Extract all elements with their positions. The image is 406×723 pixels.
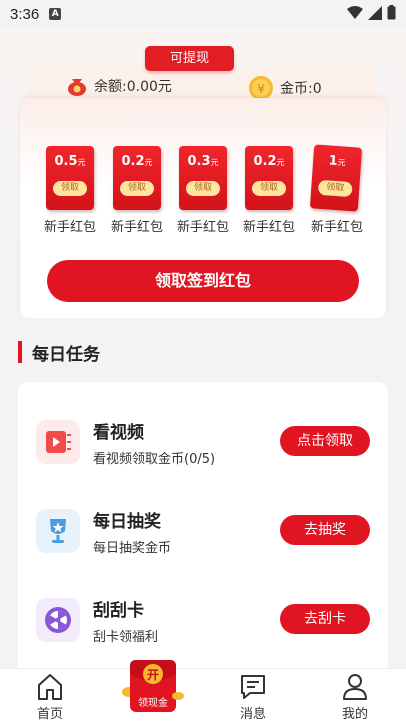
trophy-icon	[36, 509, 80, 553]
svg-text:¥: ¥	[257, 82, 265, 96]
tab-get-cash[interactable]: 开 领现金	[120, 656, 186, 716]
packet-amount: 0.2元	[121, 154, 153, 169]
user-icon	[343, 674, 367, 700]
red-packet-card: 0.5元 领取 新手红包 0.2元 领取 新手红包 0.3元 领取 新手红包 0…	[20, 98, 386, 318]
packet-take-button[interactable]: 领取	[186, 181, 220, 196]
message-icon	[241, 675, 265, 699]
tab-home-label: 首页	[36, 707, 63, 722]
video-icon	[36, 420, 80, 464]
task-card: 看视频 看视频领取金币(0/5) 点击领取 每日抽奖 每日抽奖金币 去抽奖 刮刮…	[18, 382, 388, 682]
task-subtitle: 每日抽奖金币	[93, 541, 172, 556]
tab-mine[interactable]: 我的	[325, 669, 385, 723]
task-row-lottery: 每日抽奖 每日抽奖金币 去抽奖	[18, 499, 388, 559]
task-row-scratch: 刮刮卡 刮卡领福利 去刮卡	[18, 588, 388, 648]
packet-label: 新手红包	[43, 220, 96, 235]
tab-mine-label: 我的	[341, 707, 368, 722]
balance-money-label: 余额:0.00元	[94, 79, 172, 95]
status-icons	[347, 5, 396, 20]
packet-label: 新手红包	[176, 220, 229, 235]
packet-label: 新手红包	[110, 220, 163, 235]
signal-icon	[368, 5, 382, 20]
sign-in-redpacket-button[interactable]: 领取签到红包	[47, 260, 359, 302]
task-title: 刮刮卡	[93, 601, 144, 621]
section-accent-bar	[18, 341, 22, 363]
packet-label: 新手红包	[242, 220, 295, 235]
home-icon	[38, 674, 62, 700]
withdraw-badge[interactable]: 可提现	[145, 46, 234, 71]
packet-amount: 0.3元	[187, 154, 219, 169]
task-subtitle: 刮卡领福利	[93, 630, 159, 645]
bottom-tab-bar: 首页 消息 我的	[0, 668, 406, 723]
packet-take-button[interactable]: 领取	[53, 181, 87, 196]
battery-icon	[387, 5, 396, 20]
packet-take-button[interactable]: 领取	[252, 181, 286, 196]
packet-take-button[interactable]: 领取	[120, 181, 154, 196]
packet-amount: 1元	[328, 153, 346, 170]
tab-home[interactable]: 首页	[20, 669, 80, 723]
go-lottery-button[interactable]: 去抽奖	[280, 515, 370, 545]
status-bar: 3:36 A	[0, 0, 406, 28]
task-title: 每日抽奖	[93, 512, 161, 532]
red-packet-4[interactable]: 0.2元 领取	[245, 146, 293, 210]
balance-coin-label: 金币:0	[280, 81, 322, 97]
red-packet-1[interactable]: 0.5元 领取	[46, 146, 94, 210]
notification-icon: A	[49, 8, 62, 20]
packet-amount: 0.5元	[54, 154, 86, 169]
task-subtitle: 看视频领取金币(0/5)	[93, 452, 216, 467]
red-packet-3[interactable]: 0.3元 领取	[179, 146, 227, 210]
go-scratch-card-button[interactable]: 去刮卡	[280, 604, 370, 634]
tab-messages[interactable]: 消息	[223, 669, 283, 723]
money-bag-icon	[68, 79, 86, 96]
center-tab-label: 领现金	[138, 698, 168, 709]
balance-money: 余额:0.00元	[66, 75, 172, 97]
tab-messages-label: 消息	[239, 707, 266, 722]
red-packet-2[interactable]: 0.2元 领取	[113, 146, 161, 210]
packet-label: 新手红包	[310, 220, 363, 235]
section-title: 每日任务	[32, 345, 100, 365]
red-packet-5[interactable]: 1元 领取	[309, 144, 363, 212]
wifi-icon	[347, 5, 363, 19]
task-row-video: 看视频 看视频领取金币(0/5) 点击领取	[18, 410, 388, 470]
packet-take-button[interactable]: 领取	[317, 179, 353, 198]
claim-video-reward-button[interactable]: 点击领取	[280, 426, 370, 456]
task-title: 看视频	[93, 423, 144, 443]
wheel-icon	[36, 598, 80, 642]
packet-amount: 0.2元	[253, 154, 285, 169]
center-tab-badge: 开	[146, 668, 159, 682]
status-time: 3:36	[10, 5, 40, 23]
